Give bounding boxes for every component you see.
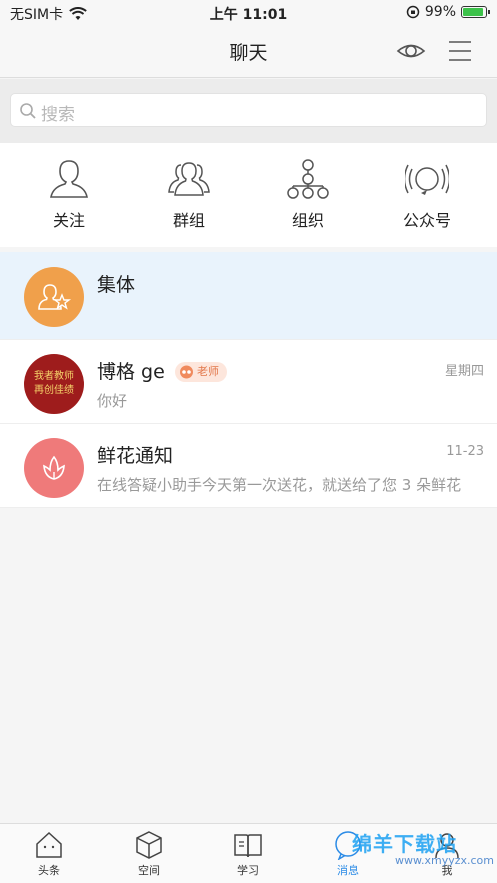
quick-org-label: 组织 — [291, 211, 324, 230]
search-input[interactable]: 搜索 — [10, 93, 487, 127]
quick-entries: 关注 群组 组织 公众号 — [0, 143, 497, 247]
conversation-time: 星期四 — [444, 364, 484, 379]
quick-official-accounts[interactable]: 公众号 — [367, 157, 487, 237]
tab-headlines-label: 头条 — [38, 864, 60, 877]
avatar — [24, 438, 84, 498]
status-bar: 无SIM卡 上午 11:01 99% — [0, 0, 497, 26]
conversation-message: 你好 — [97, 392, 128, 410]
collective-icon — [38, 284, 72, 310]
cube-icon — [136, 831, 162, 859]
nav-bar: 聊天 — [0, 26, 497, 78]
avatar-text: 我者教师 再创佳绩 — [34, 371, 74, 396]
user-icon — [50, 160, 88, 198]
tab-study-label: 学习 — [237, 864, 259, 877]
battery-icon — [461, 6, 490, 18]
tab-space-label: 空间 — [138, 864, 160, 877]
quick-groups-label: 群组 — [172, 211, 205, 230]
quick-official-label: 公众号 — [402, 211, 451, 230]
tab-headlines[interactable]: 头条 — [9, 830, 89, 878]
avatar: 我者教师 再创佳绩 — [24, 354, 84, 414]
conversation-row[interactable]: 鲜花通知 11-23 在线答疑小助手今天第一次送花，就送给了您 3 朵鲜花 — [0, 424, 497, 508]
conversation-row[interactable]: 我者教师 再创佳绩 博格 ge 老师 星期四 你好 — [0, 340, 497, 424]
quick-follow[interactable]: 关注 — [9, 157, 129, 237]
flower-icon — [43, 455, 65, 480]
book-icon — [234, 834, 262, 858]
broadcast-icon — [405, 164, 449, 195]
eye-icon[interactable] — [396, 38, 426, 64]
quick-follow-label: 关注 — [52, 211, 85, 230]
quick-groups[interactable]: 群组 — [129, 157, 249, 237]
glasses-icon — [180, 365, 193, 379]
home-icon — [36, 831, 62, 858]
menu-icon[interactable] — [447, 38, 473, 64]
search-section: 搜索 — [0, 79, 497, 143]
conversation-time: 11-23 — [446, 444, 484, 459]
group-icon — [168, 162, 210, 196]
teacher-badge: 老师 — [175, 362, 227, 382]
conversation-row[interactable]: 集体 — [0, 252, 497, 340]
tab-space[interactable]: 空间 — [109, 830, 189, 878]
conversation-title: 鲜花通知 — [97, 445, 174, 467]
conversation-title: 集体 — [97, 274, 136, 296]
tab-messages-label: 消息 — [337, 864, 359, 877]
org-chart-icon — [287, 159, 329, 199]
conversation-title: 博格 ge — [97, 361, 165, 383]
teacher-badge-label: 老师 — [197, 365, 219, 378]
conversation-list: 集体 我者教师 再创佳绩 博格 ge 老师 星期四 你好 鲜花通知 11-23 … — [0, 252, 497, 508]
avatar — [24, 267, 84, 327]
battery-percent: 99% — [424, 4, 456, 20]
search-placeholder: 搜索 — [41, 105, 75, 125]
quick-org[interactable]: 组织 — [248, 157, 368, 237]
tab-study[interactable]: 学习 — [208, 830, 288, 878]
watermark-logo: 绵羊下载站 — [352, 832, 457, 856]
status-right: 99% — [406, 4, 490, 20]
search-icon — [20, 103, 36, 119]
orientation-lock-icon — [406, 5, 420, 19]
watermark-url: www.xmyyzx.com — [395, 854, 494, 867]
conversation-message: 在线答疑小助手今天第一次送花，就送给了您 3 朵鲜花 — [97, 476, 462, 494]
